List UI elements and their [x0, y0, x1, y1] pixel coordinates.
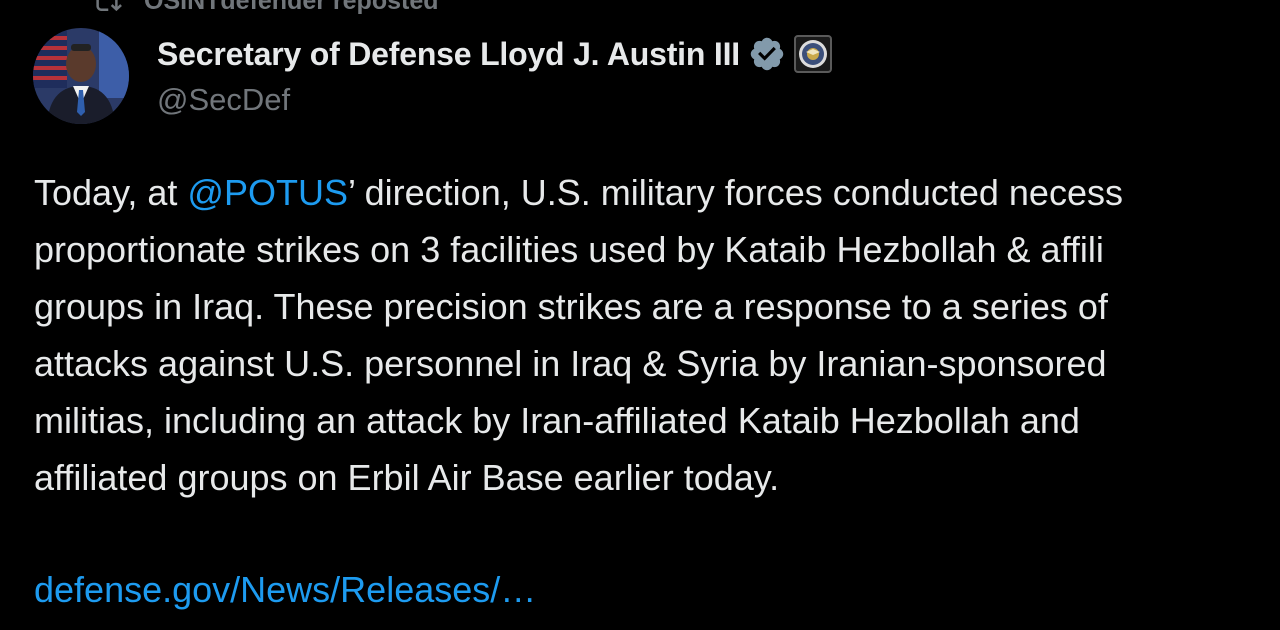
tweet-text: Today, at @POTUS’ direction, U.S. milita… — [34, 164, 1280, 506]
verified-badge-icon[interactable] — [748, 35, 786, 73]
tweet-line: attacks against U.S. personnel in Iraq &… — [34, 343, 1107, 384]
tweet-line: Today, at @POTUS’ direction, U.S. milita… — [34, 164, 1280, 221]
tweet-line: proportionate strikes on 3 facilities us… — [34, 229, 1104, 270]
tweet-text-segment: ’ direction, U.S. military forces conduc… — [347, 172, 1123, 213]
author-handle[interactable]: @SecDef — [157, 82, 290, 118]
external-link[interactable]: defense.gov/News/Releases/… — [34, 561, 536, 618]
avatar[interactable] — [33, 28, 129, 124]
author-display-name[interactable]: Secretary of Defense Lloyd J. Austin III — [157, 36, 740, 73]
repost-label: OSINTdefender reposted — [144, 0, 439, 15]
department-of-defense-seal-icon[interactable] — [794, 35, 832, 73]
repost-icon — [92, 0, 122, 16]
tweet-text-segment: Today, at — [34, 172, 188, 213]
tweet-line: groups in Iraq. These precision strikes … — [34, 286, 1108, 327]
mention-link[interactable]: @POTUS — [187, 172, 348, 213]
tweet-line: militias, including an attack by Iran-af… — [34, 400, 1080, 441]
tweet-line: affiliated groups on Erbil Air Base earl… — [34, 457, 780, 498]
author-name-row[interactable]: Secretary of Defense Lloyd J. Austin III — [157, 32, 832, 76]
repost-indicator[interactable]: OSINTdefender reposted — [92, 0, 439, 18]
